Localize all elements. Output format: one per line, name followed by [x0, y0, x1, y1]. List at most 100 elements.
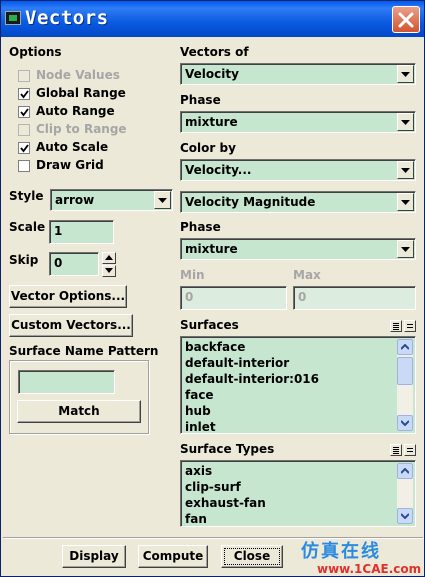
arrow-down-icon — [105, 268, 113, 273]
chevron-down-icon — [401, 120, 410, 125]
color-by-label: Color by — [180, 141, 236, 155]
vectors-of-value: Velocity — [185, 67, 239, 81]
chevron-down-icon — [401, 200, 410, 205]
phase-dropdown-button[interactable] — [397, 113, 414, 131]
scale-label: Scale — [9, 220, 46, 234]
checkmark-icon — [20, 108, 29, 117]
style-select[interactable]: arrow — [50, 189, 173, 211]
vectors-of-dropdown-button[interactable] — [397, 65, 414, 83]
display-button[interactable]: Display — [62, 545, 126, 568]
chevron-down-icon — [401, 168, 410, 173]
options-heading: Options — [9, 45, 62, 59]
scale-value: 1 — [54, 224, 63, 238]
vectors-dialog: Vectors Options Node Values Global Range… — [0, 0, 425, 577]
skip-input[interactable]: 0 — [49, 252, 99, 276]
arrow-up-icon — [105, 255, 113, 260]
surfaces-deselect-all-button[interactable] — [404, 320, 416, 332]
scroll-up-button[interactable] — [397, 463, 413, 479]
surface-types-list-item[interactable]: exhaust-fan — [185, 496, 266, 510]
skip-decrement-button[interactable] — [102, 265, 116, 277]
style-dropdown-button[interactable] — [154, 191, 171, 209]
node-values-label: Node Values — [36, 68, 120, 82]
vector-options-button[interactable]: Vector Options... — [9, 285, 127, 308]
auto-scale-label: Auto Scale — [36, 140, 109, 154]
min-input[interactable]: 0 — [180, 286, 287, 310]
global-range-checkbox[interactable] — [18, 88, 30, 100]
draw-grid-checkbox[interactable] — [18, 160, 30, 172]
chevron-down-icon — [401, 420, 409, 426]
surface-types-label: Surface Types — [180, 442, 275, 456]
max-label: Max — [293, 268, 321, 282]
surfaces-list-item[interactable]: inlet — [185, 420, 216, 433]
surface-name-pattern-input[interactable] — [18, 370, 115, 394]
watermark-text: 仿真在线 — [301, 541, 381, 562]
phase-value: mixture — [185, 115, 238, 129]
surfaces-list-item[interactable]: default-interior:016 — [185, 372, 319, 386]
checkmark-icon — [20, 90, 29, 99]
close-button[interactable]: Close — [221, 545, 283, 568]
color-by-quantity-dropdown-button[interactable] — [397, 193, 414, 211]
node-values-checkbox[interactable] — [18, 70, 30, 82]
surfaces-list-item[interactable]: backface — [185, 340, 245, 354]
scroll-down-button[interactable] — [397, 508, 413, 524]
max-input[interactable]: 0 — [293, 286, 416, 310]
surfaces-label: Surfaces — [180, 318, 239, 332]
min-label: Min — [180, 268, 205, 282]
color-by-select[interactable]: Velocity... — [180, 159, 416, 181]
match-button[interactable]: Match — [17, 400, 141, 423]
color-by-quantity-select[interactable]: Velocity Magnitude — [180, 191, 416, 213]
window-title: Vectors — [25, 7, 109, 29]
global-range-label: Global Range — [36, 86, 126, 100]
style-value: arrow — [55, 193, 95, 207]
vectors-of-select[interactable]: Velocity — [180, 63, 416, 85]
auto-range-checkbox[interactable] — [18, 106, 30, 118]
surfaces-list-item[interactable]: face — [185, 388, 214, 402]
surfaces-list[interactable]: backface default-interior default-interi… — [180, 336, 416, 434]
surface-types-scrollbar[interactable] — [397, 463, 413, 524]
auto-range-label: Auto Range — [36, 104, 115, 118]
surfaces-select-all-button[interactable] — [390, 320, 402, 332]
compute-button[interactable]: Compute — [138, 545, 208, 568]
phase-select[interactable]: mixture — [180, 111, 416, 133]
surfaces-list-item[interactable]: hub — [185, 404, 211, 418]
min-value: 0 — [185, 290, 194, 304]
scroll-down-button[interactable] — [397, 415, 413, 431]
chevron-up-icon — [401, 344, 409, 350]
surface-types-list-item[interactable]: axis — [185, 464, 212, 478]
skip-value: 0 — [54, 256, 63, 270]
surface-types-list-item[interactable]: clip-surf — [185, 480, 241, 494]
app-icon — [5, 11, 21, 25]
auto-scale-checkbox[interactable] — [18, 142, 30, 154]
clip-to-range-checkbox[interactable] — [18, 124, 30, 136]
scroll-thumb[interactable] — [397, 357, 413, 385]
surfaces-scrollbar[interactable] — [397, 339, 413, 431]
max-value: 0 — [298, 290, 307, 304]
close-icon — [398, 12, 414, 28]
phase-2-label: Phase — [180, 220, 221, 234]
surface-types-list-item[interactable]: fan — [185, 512, 207, 526]
phase-2-value: mixture — [185, 242, 238, 256]
color-by-dropdown-button[interactable] — [397, 161, 414, 179]
skip-increment-button[interactable] — [102, 252, 116, 264]
phase-2-select[interactable]: mixture — [180, 238, 416, 260]
clip-to-range-label: Clip to Range — [36, 122, 127, 136]
scroll-up-button[interactable] — [397, 339, 413, 355]
scale-input[interactable]: 1 — [49, 220, 114, 244]
chevron-down-icon — [401, 247, 410, 252]
chevron-down-icon — [401, 513, 409, 519]
color-by-value: Velocity... — [185, 163, 252, 177]
custom-vectors-button[interactable]: Custom Vectors... — [9, 314, 133, 337]
chevron-down-icon — [401, 72, 410, 77]
watermark-url: www.1CAE.com — [317, 562, 422, 576]
checkmark-icon — [20, 144, 29, 153]
surfaces-list-item[interactable]: default-interior — [185, 356, 289, 370]
chevron-down-icon — [158, 198, 167, 203]
surface-types-select-all-button[interactable] — [390, 444, 402, 456]
phase-2-dropdown-button[interactable] — [397, 240, 414, 258]
style-label: Style — [9, 189, 44, 203]
skip-label: Skip — [9, 253, 39, 267]
close-window-button[interactable] — [392, 6, 420, 33]
surface-types-deselect-all-button[interactable] — [404, 444, 416, 456]
title-bar[interactable]: Vectors — [1, 1, 424, 37]
surface-types-list[interactable]: axis clip-surf exhaust-fan fan — [180, 460, 416, 527]
